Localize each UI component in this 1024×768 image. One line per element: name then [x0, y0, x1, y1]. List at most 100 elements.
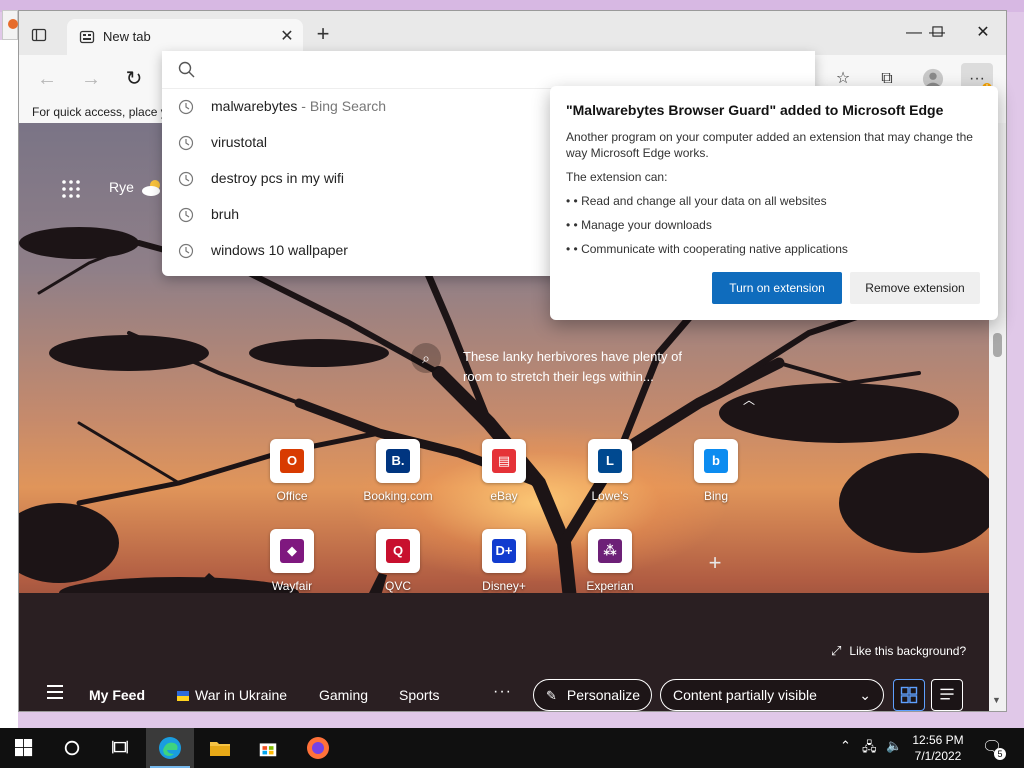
collapse-chevron-icon[interactable]: ︿: [743, 391, 755, 408]
feed-tab-my-feed[interactable]: My Feed: [89, 687, 145, 703]
wayfair-icon: ◆: [270, 529, 314, 573]
quick-link-ebay[interactable]: ▤ eBay: [459, 439, 549, 509]
quick-link-bing[interactable]: b Bing: [671, 439, 761, 509]
tab-actions-icon: [31, 28, 47, 42]
dialog-title: "Malwarebytes Browser Guard" added to Mi…: [566, 102, 944, 118]
task-view-icon: [112, 740, 128, 754]
feed-navigation-bar: My Feed War in Ukraine Gaming Sports ···…: [19, 675, 989, 711]
suggestion-query: malwarebytes: [211, 98, 298, 114]
tab-new-tab[interactable]: New tab ✕: [67, 19, 303, 55]
tile-label: Office: [276, 489, 308, 503]
apps-grid-icon: [62, 180, 80, 198]
permission-item: • • Communicate with cooperating native …: [566, 242, 848, 256]
tab-title: New tab: [103, 29, 151, 44]
scrollbar-thumb[interactable]: [993, 333, 1002, 357]
quick-link-wayfair[interactable]: ◆ Wayfair: [247, 529, 337, 599]
scroll-down-arrow-icon[interactable]: ▼: [992, 695, 1001, 705]
quick-link-lowes[interactable]: L Lowe's: [565, 439, 655, 509]
quick-link-qvc[interactable]: Q QVC: [353, 529, 443, 599]
booking-icon: B.: [376, 439, 420, 483]
quick-link-booking[interactable]: B. Booking.com: [353, 439, 443, 509]
extension-added-dialog: "Malwarebytes Browser Guard" added to Mi…: [550, 86, 998, 320]
folder-icon: [210, 742, 230, 756]
cloudy-weather-icon[interactable]: [141, 177, 163, 197]
feed-menu-button[interactable]: [47, 685, 63, 699]
list-layout-button[interactable]: [931, 679, 963, 711]
history-icon: [178, 171, 194, 187]
history-icon: [178, 135, 194, 151]
tile-label: Experian: [586, 579, 634, 593]
disney-plus-icon: D+: [482, 529, 526, 573]
forward-button[interactable]: →: [79, 67, 103, 91]
ukraine-flag-icon: [177, 691, 189, 701]
quick-link-disney[interactable]: D+ Disney+: [459, 529, 549, 599]
windows-logo-icon: [15, 739, 33, 757]
feed-tab-label: War in Ukraine: [195, 687, 288, 703]
pencil-icon: ✎: [546, 688, 557, 703]
back-button[interactable]: ←: [35, 67, 59, 91]
address-bar[interactable]: [162, 51, 815, 89]
turn-on-extension-button[interactable]: Turn on extension: [712, 272, 842, 304]
clock[interactable]: 12:56 PM 7/1/2022: [906, 732, 970, 764]
content-visibility-dropdown[interactable]: Content partially visible ⌄: [660, 679, 884, 711]
network-icon[interactable]: 🖧: [862, 738, 877, 760]
task-view-button[interactable]: [96, 728, 144, 768]
apps-launcher-button[interactable]: [61, 179, 81, 199]
search-icon: [178, 61, 195, 78]
search-button[interactable]: [48, 728, 96, 768]
expand-icon: ⤢: [831, 643, 842, 658]
notification-count-badge: 5: [994, 748, 1006, 760]
feed-tab-sports[interactable]: Sports: [399, 687, 439, 703]
feed-more-icon[interactable]: ···: [493, 683, 512, 701]
taskbar-firefox[interactable]: [294, 728, 342, 768]
suggestion-text: malwarebytes - Bing Search: [211, 98, 386, 114]
new-tab-icon: [79, 29, 95, 45]
feed-tab-gaming[interactable]: Gaming: [319, 687, 368, 703]
edge-icon: [159, 737, 181, 759]
personalize-button[interactable]: ✎ Personalize: [533, 679, 652, 711]
taskbar-store[interactable]: [244, 728, 292, 768]
list-icon: [940, 688, 954, 700]
remove-extension-button[interactable]: Remove extension: [850, 272, 980, 304]
history-icon: [178, 243, 194, 259]
taskbar-edge[interactable]: [146, 728, 194, 768]
office-icon: O: [270, 439, 314, 483]
window-close-button[interactable]: ✕: [960, 19, 1006, 47]
tile-label: Wayfair: [271, 579, 313, 593]
firefox-icon: [307, 737, 329, 759]
permissions-heading: The extension can:: [566, 170, 668, 184]
tile-label: Bing: [703, 489, 729, 503]
history-icon: [178, 99, 194, 115]
tab-actions-button[interactable]: [31, 27, 51, 47]
add-quick-link-button[interactable]: +: [703, 551, 727, 575]
like-background-label: Like this background?: [849, 644, 967, 658]
window-maximize-button[interactable]: [914, 19, 960, 47]
suggestion-source: - Bing Search: [297, 98, 387, 114]
weather-location[interactable]: Rye: [109, 179, 134, 195]
new-tab-button[interactable]: +: [313, 23, 333, 45]
suggestion-text: destroy pcs in my wifi: [211, 170, 345, 186]
quick-link-experian[interactable]: ⁂ Experian: [565, 529, 655, 599]
image-search-icon[interactable]: ⌕: [411, 343, 441, 373]
tile-label: Booking.com: [363, 489, 433, 503]
ebay-icon: ▤: [482, 439, 526, 483]
tile-label: eBay: [490, 489, 518, 503]
image-caption[interactable]: These lanky herbivores have plenty of ro…: [463, 347, 713, 387]
personalize-label: Personalize: [566, 687, 641, 703]
refresh-button[interactable]: ↻: [122, 67, 146, 91]
grid-layout-button[interactable]: [893, 679, 925, 711]
tab-close-icon[interactable]: ✕: [279, 29, 295, 45]
taskbar: ⌃ 🖧 🔈 12:56 PM 7/1/2022 🗨 5: [0, 728, 1024, 768]
address-input[interactable]: [206, 57, 796, 83]
start-button[interactable]: [0, 728, 48, 768]
tile-label: Disney+: [482, 579, 526, 593]
show-hidden-icons-chevron[interactable]: ⌃: [840, 738, 851, 754]
feed-tab-war-in-ukraine[interactable]: War in Ukraine: [177, 687, 287, 703]
quick-link-office[interactable]: O Office: [247, 439, 337, 509]
volume-icon[interactable]: 🔈: [886, 738, 902, 754]
tile-label: Lowe's: [591, 489, 629, 503]
like-background-link[interactable]: ⤢ Like this background?: [831, 643, 966, 659]
desktop-app-icon[interactable]: [2, 10, 18, 40]
taskbar-file-explorer[interactable]: [196, 728, 244, 768]
clock-time: 12:56 PM: [912, 733, 964, 747]
